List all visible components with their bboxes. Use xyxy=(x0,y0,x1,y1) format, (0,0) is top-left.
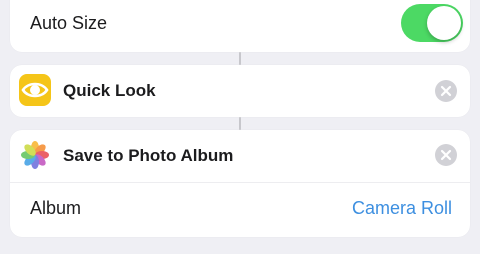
close-icon xyxy=(440,85,452,97)
auto-size-card: Auto Size xyxy=(10,0,470,52)
close-icon xyxy=(440,149,452,161)
flow-connector xyxy=(239,52,241,65)
photos-icon xyxy=(19,139,51,171)
row-divider xyxy=(10,182,470,183)
album-label: Album xyxy=(30,198,82,218)
auto-size-label: Auto Size xyxy=(30,13,108,33)
quick-look-title: Quick Look xyxy=(63,81,156,100)
save-to-photo-album-title: Save to Photo Album xyxy=(63,146,234,165)
remove-quick-look-button[interactable] xyxy=(435,80,457,102)
eye-icon xyxy=(19,74,51,106)
remove-save-to-photo-album-button[interactable] xyxy=(435,144,457,166)
auto-size-toggle[interactable] xyxy=(401,4,463,42)
quick-look-action[interactable]: Quick Look xyxy=(10,65,470,117)
album-value-button[interactable]: Camera Roll xyxy=(352,198,452,219)
flow-connector xyxy=(239,117,241,130)
toggle-knob xyxy=(427,6,461,40)
save-to-photo-album-action[interactable]: Save to Photo Album Album Camera Roll xyxy=(10,130,470,237)
